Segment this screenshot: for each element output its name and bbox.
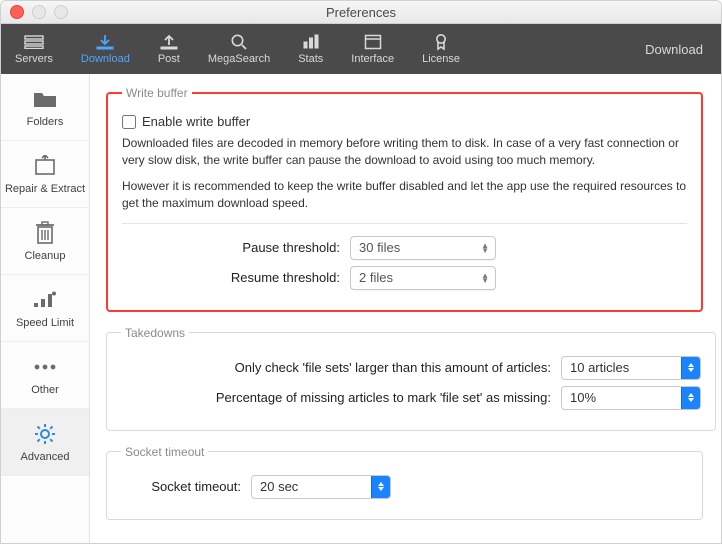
pause-threshold-stepper[interactable]: 30 files ▲▼: [350, 236, 496, 260]
write-buffer-desc1: Downloaded files are decoded in memory b…: [122, 135, 687, 170]
titlebar: Preferences: [1, 1, 721, 24]
socket-legend: Socket timeout: [121, 445, 208, 459]
toolbar-label: MegaSearch: [208, 53, 270, 65]
enable-write-buffer-row[interactable]: Enable write buffer: [122, 114, 687, 129]
write-buffer-desc2: However it is recommended to keep the wr…: [122, 178, 687, 213]
upload-icon: [159, 33, 179, 51]
toolbar-license[interactable]: License: [408, 24, 474, 74]
takedowns-row2-label: Percentage of missing articles to mark '…: [121, 390, 551, 405]
trash-icon: [31, 220, 59, 246]
toolbar: Servers Download Post MegaSearch Stats I…: [1, 24, 721, 74]
takedowns-row1: Only check 'file sets' larger than this …: [121, 356, 701, 380]
takedowns-row2: Percentage of missing articles to mark '…: [121, 386, 701, 410]
sidebar: Folders Repair & Extract Cleanup Speed L…: [1, 74, 90, 543]
stepper-arrows-icon: ▲▼: [481, 243, 489, 253]
chevron-updown-icon: [681, 387, 700, 409]
toolbar-section-title: Download: [645, 42, 721, 57]
toolbar-label: Servers: [15, 53, 53, 65]
toolbar-label: Post: [158, 53, 180, 65]
enable-write-buffer-checkbox[interactable]: [122, 115, 136, 129]
write-buffer-legend: Write buffer: [122, 86, 192, 100]
sidebar-item-folders[interactable]: Folders: [1, 74, 89, 141]
toolbar-label: Stats: [298, 53, 323, 65]
sidebar-item-label: Other: [31, 384, 59, 396]
toolbar-label: Interface: [351, 53, 394, 65]
sidebar-item-repair-extract[interactable]: Repair & Extract: [1, 141, 89, 208]
interface-icon: [363, 33, 383, 51]
toolbar-stats[interactable]: Stats: [284, 24, 337, 74]
extract-icon: [31, 153, 59, 179]
content-pane: Write buffer Enable write buffer Downloa…: [90, 74, 721, 543]
search-icon: [229, 33, 249, 51]
window-title: Preferences: [1, 5, 721, 20]
resume-threshold-label: Resume threshold:: [122, 270, 340, 285]
sidebar-item-label: Advanced: [21, 451, 70, 463]
enable-write-buffer-label: Enable write buffer: [142, 114, 250, 129]
folder-icon: [31, 86, 59, 112]
sidebar-item-label: Repair & Extract: [5, 183, 85, 195]
socket-timeout-group: Socket timeout Socket timeout: 20 sec: [106, 445, 703, 520]
sidebar-item-other[interactable]: Other: [1, 342, 89, 409]
pause-threshold-row: Pause threshold: 30 files ▲▼: [122, 236, 687, 260]
chevron-updown-icon: [371, 476, 390, 498]
divider: [122, 223, 687, 224]
speed-icon: [31, 287, 59, 313]
sidebar-item-label: Cleanup: [25, 250, 66, 262]
toolbar-post[interactable]: Post: [144, 24, 194, 74]
popup-value: 10 articles: [570, 360, 629, 375]
takedowns-group: Takedowns Only check 'file sets' larger …: [106, 326, 716, 431]
sidebar-item-label: Speed Limit: [16, 317, 74, 329]
resume-threshold-stepper[interactable]: 2 files ▲▼: [350, 266, 496, 290]
toolbar-megasearch[interactable]: MegaSearch: [194, 24, 284, 74]
servers-icon: [24, 33, 44, 51]
sidebar-item-cleanup[interactable]: Cleanup: [1, 208, 89, 275]
stepper-arrows-icon: ▲▼: [481, 273, 489, 283]
dots-icon: [31, 354, 59, 380]
takedowns-articles-popup[interactable]: 10 articles: [561, 356, 701, 380]
toolbar-interface[interactable]: Interface: [337, 24, 408, 74]
socket-label: Socket timeout:: [121, 479, 241, 494]
sidebar-item-label: Folders: [27, 116, 64, 128]
takedowns-legend: Takedowns: [121, 326, 189, 340]
stats-icon: [301, 33, 321, 51]
popup-value: 10%: [570, 390, 596, 405]
takedowns-row1-label: Only check 'file sets' larger than this …: [121, 360, 551, 375]
takedowns-percent-popup[interactable]: 10%: [561, 386, 701, 410]
toolbar-label: License: [422, 53, 460, 65]
write-buffer-group: Write buffer Enable write buffer Downloa…: [106, 86, 703, 312]
sidebar-item-advanced[interactable]: Advanced: [1, 409, 89, 476]
pause-threshold-label: Pause threshold:: [122, 240, 340, 255]
resume-threshold-value: 2 files: [359, 270, 393, 285]
popup-value: 20 sec: [260, 479, 298, 494]
toolbar-label: Download: [81, 53, 130, 65]
toolbar-download[interactable]: Download: [67, 24, 144, 74]
body: Folders Repair & Extract Cleanup Speed L…: [1, 74, 721, 543]
gear-icon: [31, 421, 59, 447]
toolbar-servers[interactable]: Servers: [1, 24, 67, 74]
pause-threshold-value: 30 files: [359, 240, 400, 255]
resume-threshold-row: Resume threshold: 2 files ▲▼: [122, 266, 687, 290]
sidebar-item-speed-limit[interactable]: Speed Limit: [1, 275, 89, 342]
download-icon: [95, 33, 115, 51]
chevron-updown-icon: [681, 357, 700, 379]
license-icon: [431, 33, 451, 51]
preferences-window: Preferences Servers Download Post MegaSe…: [0, 0, 722, 544]
socket-timeout-popup[interactable]: 20 sec: [251, 475, 391, 499]
socket-row: Socket timeout: 20 sec: [121, 475, 688, 499]
